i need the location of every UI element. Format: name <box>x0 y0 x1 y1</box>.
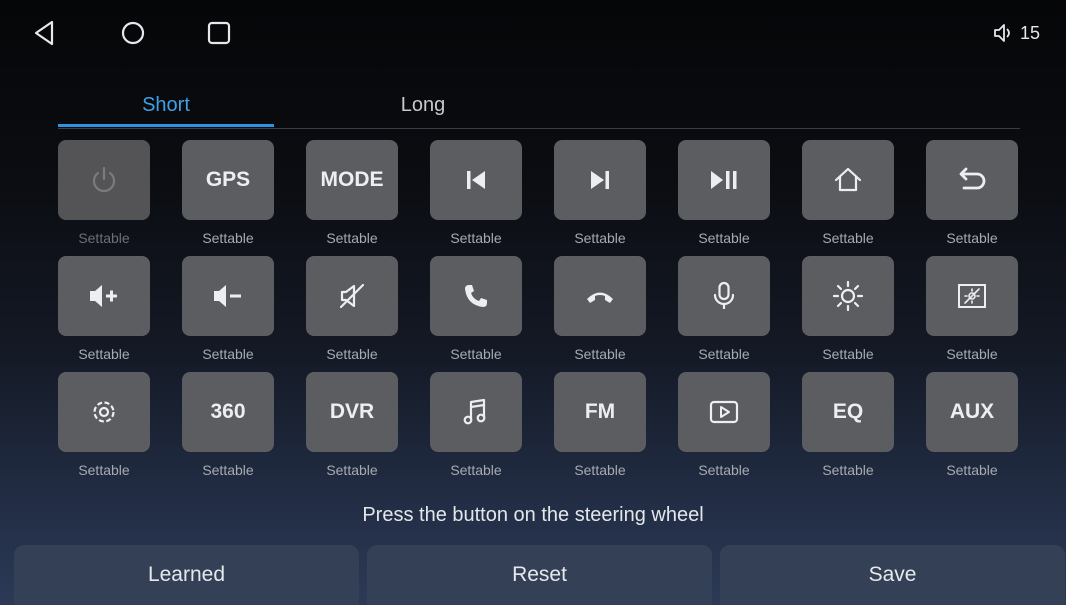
volume-up-icon <box>90 285 117 307</box>
learned-button[interactable]: Learned <box>14 545 359 605</box>
key-status: Settable <box>450 462 502 478</box>
microphone-button[interactable] <box>678 256 770 336</box>
volume-down-button[interactable] <box>182 256 274 336</box>
key-home: Settable <box>802 140 894 246</box>
settings-button[interactable] <box>58 372 150 452</box>
key-status: Settable <box>78 346 130 362</box>
brightness-icon <box>832 280 864 312</box>
key-status: Settable <box>202 230 254 246</box>
eq-button[interactable]: EQ <box>802 372 894 452</box>
key-music: Settable <box>430 372 522 478</box>
microphone-icon <box>713 281 735 309</box>
phone-hangup-button[interactable] <box>554 256 646 336</box>
return-icon <box>959 167 986 190</box>
key-previous: Settable <box>430 140 522 246</box>
gps-button[interactable]: GPS <box>182 140 274 220</box>
screen-off-icon <box>958 284 986 308</box>
save-button[interactable]: Save <box>720 545 1065 605</box>
key-aux: AUX Settable <box>926 372 1018 478</box>
key-gps: GPS Settable <box>182 140 274 246</box>
key-status: Settable <box>698 346 750 362</box>
key-status: Settable <box>946 230 998 246</box>
mute-button[interactable] <box>306 256 398 336</box>
screen-off-button[interactable] <box>926 256 1018 336</box>
next-track-button[interactable] <box>554 140 646 220</box>
brightness-button[interactable] <box>802 256 894 336</box>
key-status: Settable <box>946 346 998 362</box>
phone-answer-button[interactable] <box>430 256 522 336</box>
key-status: Settable <box>450 346 502 362</box>
dvr-button[interactable]: DVR <box>306 372 398 452</box>
key-status: Settable <box>78 462 130 478</box>
next-track-icon <box>591 171 609 189</box>
key-mode: MODE Settable <box>306 140 398 246</box>
phone-answer-icon <box>465 285 487 307</box>
play-pause-icon <box>711 171 737 189</box>
key-power: Settable <box>58 140 150 246</box>
key-status: Settable <box>202 346 254 362</box>
key-grid: Settable GPS Settable MODE Settable Sett… <box>0 0 1066 500</box>
key-status: Settable <box>822 346 874 362</box>
key-eq: EQ Settable <box>802 372 894 478</box>
key-mute: Settable <box>306 256 398 362</box>
power-button[interactable] <box>58 140 150 220</box>
key-play-pause: Settable <box>678 140 770 246</box>
key-status: Settable <box>78 230 130 246</box>
key-volume-down: Settable <box>182 256 274 362</box>
bottom-action-bar: Learned Reset Save <box>14 545 1066 605</box>
key-status: Settable <box>574 462 626 478</box>
volume-down-icon <box>214 285 241 307</box>
key-dvr: DVR Settable <box>306 372 398 478</box>
key-status: Settable <box>574 230 626 246</box>
mode-button[interactable]: MODE <box>306 140 398 220</box>
settings-gear-icon <box>93 401 115 423</box>
key-status: Settable <box>822 462 874 478</box>
previous-track-button[interactable] <box>430 140 522 220</box>
key-status: Settable <box>946 462 998 478</box>
key-status: Settable <box>450 230 502 246</box>
key-status: Settable <box>698 462 750 478</box>
volume-up-button[interactable] <box>58 256 150 336</box>
key-status: Settable <box>574 346 626 362</box>
key-360: 360 Settable <box>182 372 274 478</box>
key-next: Settable <box>554 140 646 246</box>
key-volume-up: Settable <box>58 256 150 362</box>
key-phone-hangup: Settable <box>554 256 646 362</box>
key-status: Settable <box>326 230 378 246</box>
key-screen-off: Settable <box>926 256 1018 362</box>
key-status: Settable <box>326 346 378 362</box>
key-status: Settable <box>698 230 750 246</box>
home-button[interactable] <box>802 140 894 220</box>
key-microphone: Settable <box>678 256 770 362</box>
power-icon <box>92 166 116 193</box>
key-phone-answer: Settable <box>430 256 522 362</box>
phone-hangup-icon <box>587 292 613 303</box>
video-button[interactable] <box>678 372 770 452</box>
key-fm: FM Settable <box>554 372 646 478</box>
previous-track-icon <box>467 171 485 189</box>
instruction-text: Press the button on the steering wheel <box>362 504 704 526</box>
fm-button[interactable]: FM <box>554 372 646 452</box>
camera-360-button[interactable]: 360 <box>182 372 274 452</box>
play-pause-button[interactable] <box>678 140 770 220</box>
key-status: Settable <box>202 462 254 478</box>
return-button[interactable] <box>926 140 1018 220</box>
home-icon <box>834 167 862 192</box>
key-video: Settable <box>678 372 770 478</box>
key-status: Settable <box>326 462 378 478</box>
music-button[interactable] <box>430 372 522 452</box>
mute-icon <box>339 283 365 309</box>
aux-button[interactable]: AUX <box>926 372 1018 452</box>
key-brightness: Settable <box>802 256 894 362</box>
key-status: Settable <box>822 230 874 246</box>
reset-button[interactable]: Reset <box>367 545 712 605</box>
key-return: Settable <box>926 140 1018 246</box>
video-play-icon <box>709 400 739 424</box>
steering-wheel-learning-screen: 15 Short Long Settable GPS Settable MODE… <box>0 0 1066 605</box>
music-note-icon <box>463 398 486 425</box>
key-settings: Settable <box>58 372 150 478</box>
